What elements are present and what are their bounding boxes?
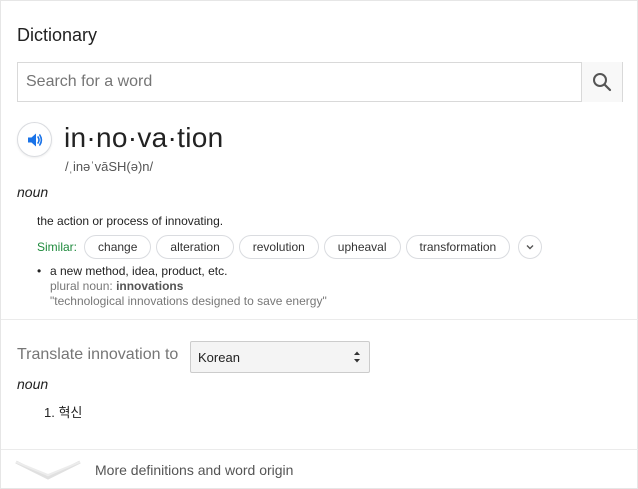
- more-similar-button[interactable]: [518, 235, 543, 259]
- phonetic: /ˌinəˈvāSH(ə)n/: [65, 159, 154, 174]
- speaker-icon: [27, 133, 42, 146]
- dictionary-title: Dictionary: [17, 25, 98, 45]
- pronunciation-button[interactable]: [17, 122, 52, 157]
- example: "technological innovations designed to s…: [50, 294, 327, 308]
- translation-item: 1. 혁신: [44, 405, 83, 420]
- selected-language: Korean: [198, 349, 240, 365]
- headword: in·no·va·tion: [64, 122, 224, 153]
- similar-chip-alteration[interactable]: alteration: [156, 235, 234, 259]
- sense-definition: a new method, idea, product, etc.: [50, 264, 228, 278]
- translation-part-of-speech: noun: [17, 376, 49, 392]
- similar-words: Similar: change alteration revolution up…: [37, 235, 543, 259]
- part-of-speech: noun: [17, 184, 49, 200]
- similar-label: Similar:: [37, 240, 78, 254]
- search-box: [17, 62, 623, 102]
- more-definitions-label: More definitions and word origin: [95, 462, 294, 478]
- similar-chip-upheaval[interactable]: upheaval: [323, 235, 401, 259]
- similar-chip-transformation[interactable]: transformation: [405, 235, 511, 259]
- search-input[interactable]: [18, 63, 582, 101]
- dictionary-card: Dictionary in·no·va·tion /ˌinəˈvāSH(ə)n/…: [0, 0, 638, 489]
- language-select[interactable]: Korean: [190, 341, 370, 373]
- chevron-down-icon: [15, 460, 81, 480]
- more-definitions-button[interactable]: More definitions and word origin: [1, 451, 638, 489]
- select-arrows-icon: [354, 351, 360, 363]
- sense-2: • a new method, idea, product, etc. plura…: [37, 264, 327, 308]
- chevron-down-icon: [526, 245, 534, 250]
- search-icon: [593, 73, 612, 92]
- divider: [1, 319, 638, 320]
- definition: the action or process of innovating.: [37, 214, 224, 228]
- translate-label: Translate innovation to: [17, 346, 179, 363]
- search-button[interactable]: [581, 62, 622, 102]
- plural-label: plural noun:: [50, 279, 113, 293]
- divider: [1, 449, 638, 450]
- similar-chip-change[interactable]: change: [84, 235, 152, 259]
- plural-value: innovations: [116, 279, 184, 293]
- similar-chip-revolution[interactable]: revolution: [238, 235, 319, 259]
